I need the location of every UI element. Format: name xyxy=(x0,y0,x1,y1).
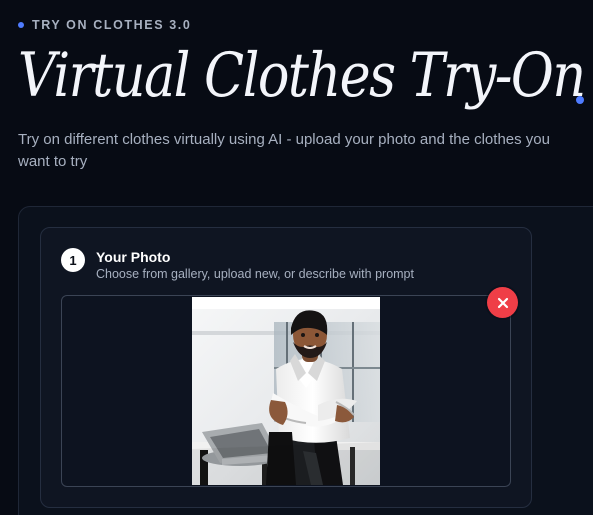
step-number-badge: 1 xyxy=(61,248,85,272)
eyebrow-label: TRY ON CLOTHES 3.0 xyxy=(32,18,192,32)
page-title: Virtual Clothes Try-On xyxy=(18,40,586,111)
step-title: Your Photo xyxy=(96,249,171,265)
uploaded-person-photo xyxy=(192,297,380,485)
close-icon xyxy=(496,296,510,310)
page-title-wrap: Virtual Clothes Try-On xyxy=(18,40,593,111)
eyebrow: TRY ON CLOTHES 3.0 xyxy=(18,18,191,32)
step-description: Choose from gallery, upload new, or desc… xyxy=(96,267,414,281)
page: TRY ON CLOTHES 3.0 Virtual Clothes Try-O… xyxy=(0,0,593,515)
title-accent-dot xyxy=(576,96,584,104)
eyebrow-dot-icon xyxy=(18,22,24,28)
remove-photo-button[interactable] xyxy=(487,287,518,318)
page-subtitle: Try on different clothes virtually using… xyxy=(18,131,550,170)
